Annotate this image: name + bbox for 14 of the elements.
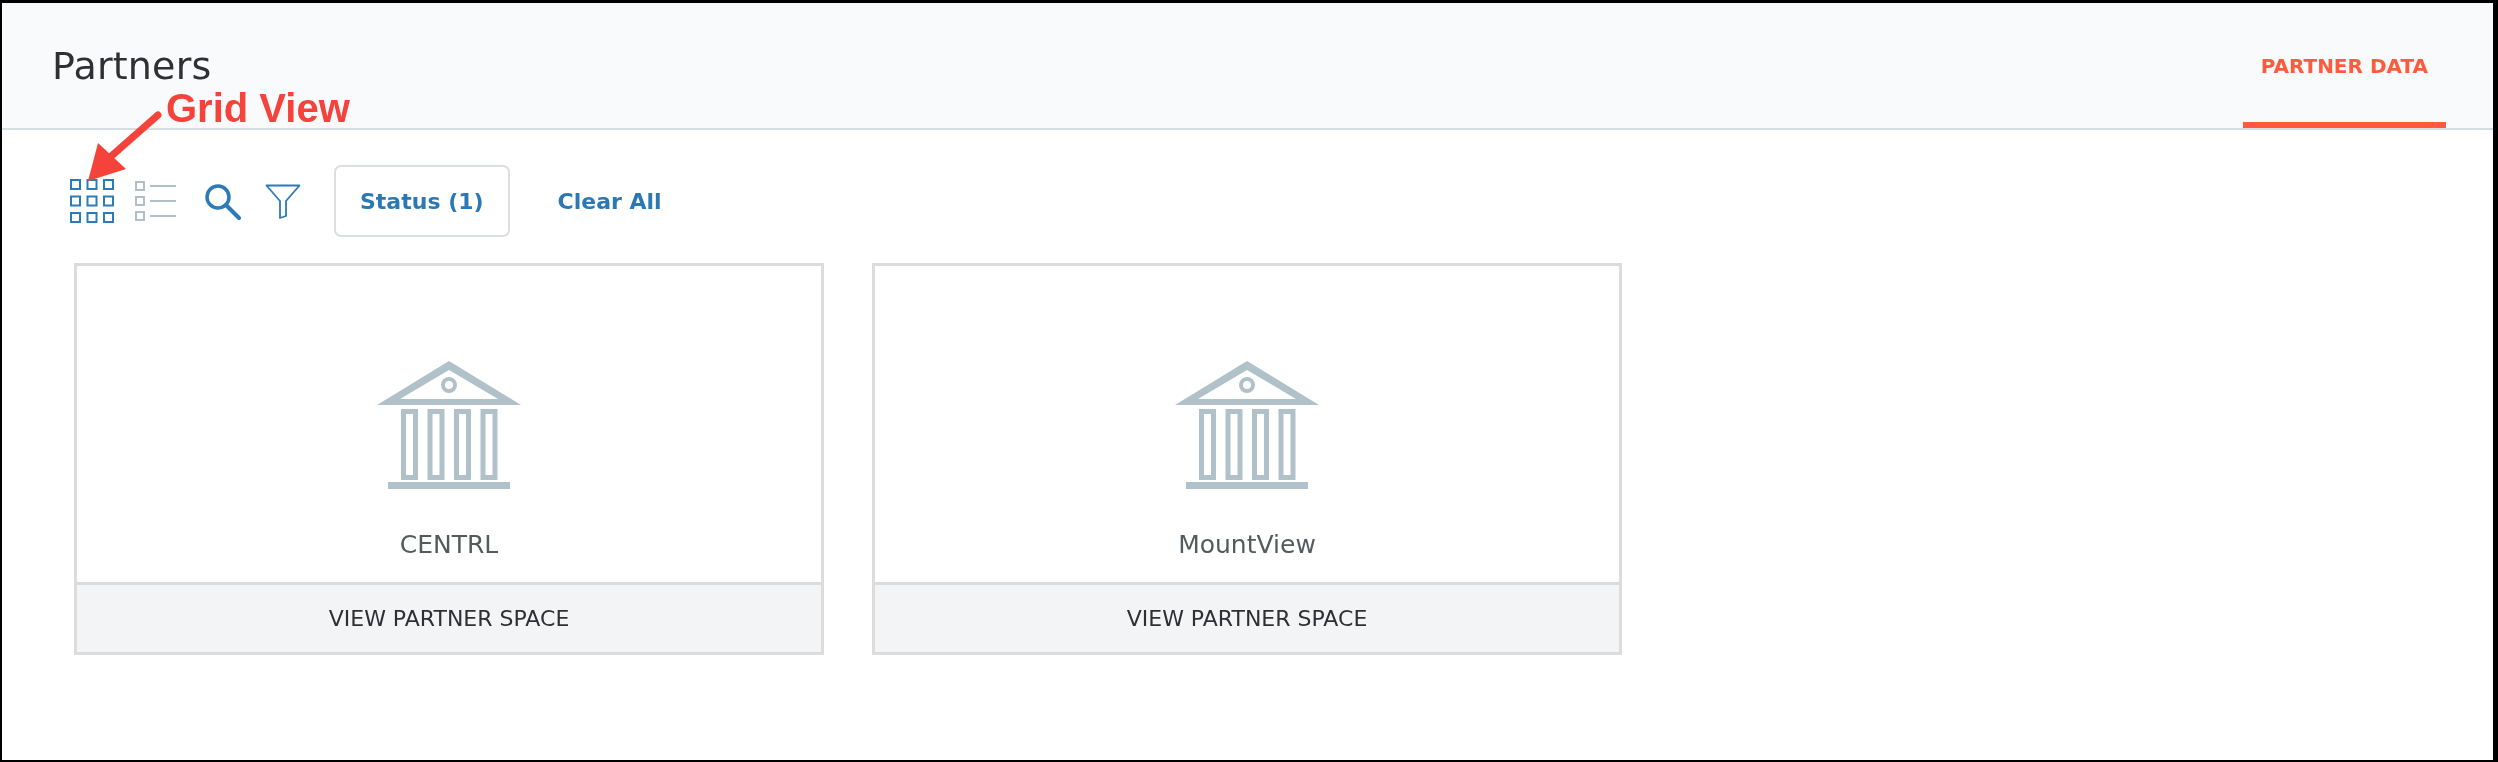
partner-name: MountView — [1178, 530, 1316, 560]
nav-tab[interactable]: PARTNER DATA — [2242, 3, 2446, 128]
filter-icon[interactable] — [265, 183, 301, 219]
view-partner-space-button[interactable]: VIEW PARTNER SPACE — [77, 582, 821, 652]
annotation-label: Grid View — [166, 86, 350, 131]
building-icon — [377, 360, 521, 490]
building-icon — [1175, 360, 1319, 490]
view-partner-space-button[interactable]: VIEW PARTNER SPACE — [875, 582, 1619, 652]
status-filter-button[interactable]: Status (1) — [334, 165, 510, 237]
partner-name: CENTRL — [399, 530, 499, 560]
grid-view-icon[interactable] — [70, 179, 114, 223]
clear-all-link[interactable]: Clear All — [557, 188, 662, 214]
page-title: Partners — [52, 43, 212, 88]
search-icon[interactable] — [204, 182, 241, 220]
